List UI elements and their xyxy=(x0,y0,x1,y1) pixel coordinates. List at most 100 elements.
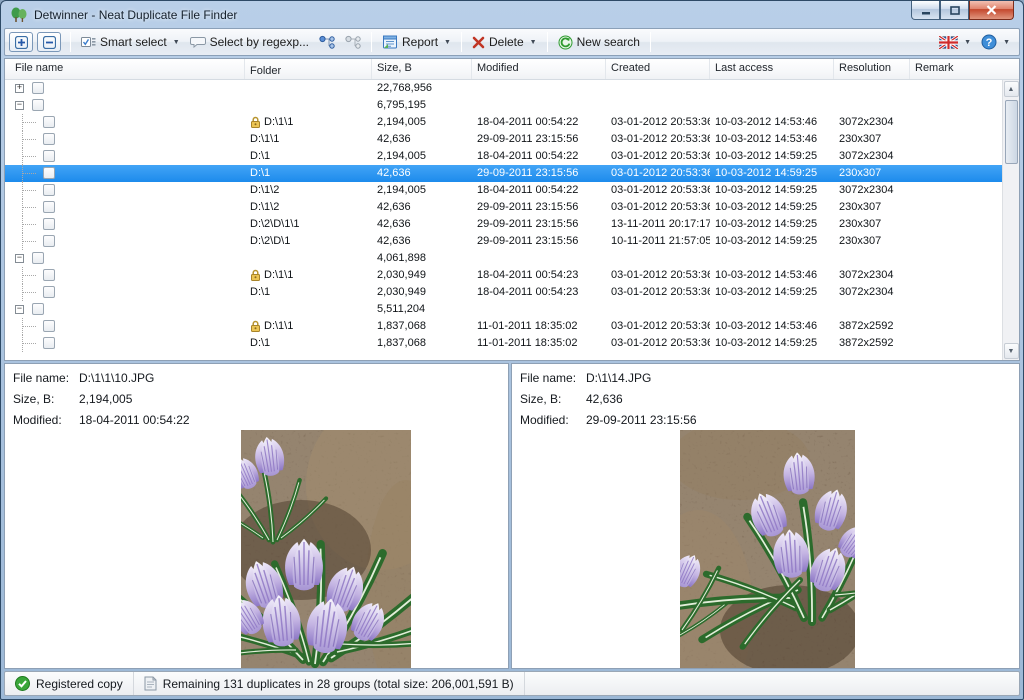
file-name-cell: −3 images xyxy=(5,301,245,318)
column-header-folder[interactable]: Folder xyxy=(245,59,372,79)
column-header-file-name[interactable]: File name xyxy=(5,59,245,79)
row-checkbox[interactable] xyxy=(32,99,44,111)
file-name-cell: JPG14.JPG xyxy=(5,131,245,148)
last-access-cell: 10-03-2012 14:59:25 xyxy=(710,284,834,301)
row-checkbox[interactable] xyxy=(43,218,55,230)
group-by-button[interactable] xyxy=(314,33,340,51)
modified-cell: 29-09-2011 23:15:56 xyxy=(472,233,606,250)
row-checkbox[interactable] xyxy=(43,337,55,349)
row-checkbox[interactable] xyxy=(43,116,55,128)
delete-button[interactable]: Delete ▼ xyxy=(467,33,542,51)
table-row[interactable]: JPG11.JPGD:\1\12,030,94918-04-2011 00:54… xyxy=(5,267,1019,284)
language-selector[interactable]: ▼ xyxy=(934,34,976,51)
table-row[interactable]: JPG12.JPGD:\11,837,06811-01-2011 18:35:0… xyxy=(5,335,1019,352)
row-checkbox[interactable] xyxy=(43,320,55,332)
close-icon xyxy=(986,5,997,15)
modified-cell xyxy=(472,250,606,267)
table-row[interactable]: JPG10.JPGD:\12,194,00518-04-2011 00:54:2… xyxy=(5,148,1019,165)
row-checkbox[interactable] xyxy=(43,167,55,179)
row-checkbox[interactable] xyxy=(43,286,55,298)
table-row[interactable]: JPG14.JPGD:\1\142,63629-09-2011 23:15:56… xyxy=(5,131,1019,148)
resolution-cell: 230x307 xyxy=(834,216,910,233)
tree-guide xyxy=(22,207,36,208)
collapse-all-button[interactable] xyxy=(37,32,61,52)
title-bar[interactable]: Detwinner - Neat Duplicate File Finder xyxy=(4,1,1020,28)
created-cell: 03-01-2012 20:53:36 xyxy=(606,199,710,216)
column-header-last-access[interactable]: Last access xyxy=(710,59,834,79)
table-body: +12 images22,768,956−8 images6,795,195JP… xyxy=(5,80,1019,360)
table-row[interactable]: JPG10.JPGD:\1\22,194,00518-04-2011 00:54… xyxy=(5,182,1019,199)
row-checkbox[interactable] xyxy=(43,269,55,281)
tree-expander-icon[interactable]: + xyxy=(15,84,24,93)
column-header-remark[interactable]: Remark xyxy=(910,59,1002,79)
table-row[interactable]: JPG14.JPGD:\2\D\1\142,63629-09-2011 23:1… xyxy=(5,216,1019,233)
modified-cell xyxy=(472,97,606,114)
table-row[interactable]: JPG10.JPGD:\1\12,194,00518-04-2011 00:54… xyxy=(5,114,1019,131)
size-cell: 42,636 xyxy=(372,165,472,182)
row-checkbox[interactable] xyxy=(43,235,55,247)
size-cell: 22,768,956 xyxy=(372,80,472,97)
folder-cell: D:\1 xyxy=(245,148,372,165)
scroll-down-icon[interactable]: ▼ xyxy=(1004,343,1019,359)
maximize-button[interactable] xyxy=(940,1,969,20)
modified-cell: 11-01-2011 18:35:02 xyxy=(472,335,606,352)
folder-cell: D:\1\2 xyxy=(245,199,372,216)
chevron-down-icon: ▼ xyxy=(1003,39,1010,46)
tree-expander-icon[interactable]: − xyxy=(15,101,24,110)
row-checkbox[interactable] xyxy=(43,150,55,162)
smart-select-button[interactable]: Smart select ▼ xyxy=(76,33,185,51)
minimize-button[interactable] xyxy=(911,1,940,20)
table-row[interactable]: −2 images4,061,898 xyxy=(5,250,1019,267)
tree-expander-icon[interactable]: − xyxy=(15,305,24,314)
column-header-resolution[interactable]: Resolution xyxy=(834,59,910,79)
created-cell xyxy=(606,97,710,114)
table-row[interactable]: +12 images22,768,956 xyxy=(5,80,1019,97)
last-access-cell xyxy=(710,80,834,97)
row-checkbox[interactable] xyxy=(32,303,44,315)
table-row[interactable]: JPG14.JPGD:\142,63629-09-2011 23:15:5603… xyxy=(5,165,1019,182)
size-cell: 2,194,005 xyxy=(372,182,472,199)
expand-all-button[interactable] xyxy=(9,32,33,52)
table-row[interactable]: JPG14.JPGD:\2\D\142,63629-09-2011 23:15:… xyxy=(5,233,1019,250)
column-header-created[interactable]: Created xyxy=(606,59,710,79)
file-name-cell: JPG10.JPG xyxy=(5,182,245,199)
column-header-size[interactable]: Size, B xyxy=(372,59,472,79)
vertical-scrollbar[interactable]: ▲ ▼ xyxy=(1002,80,1019,360)
table-row[interactable]: JPG11.JPGD:\12,030,94918-04-2011 00:54:2… xyxy=(5,284,1019,301)
folder-cell: D:\1\1 xyxy=(245,318,372,335)
summary-doc-icon xyxy=(144,676,157,691)
table-row[interactable]: JPG12.JPGD:\1\11,837,06811-01-2011 18:35… xyxy=(5,318,1019,335)
table-header: File name Folder Size, B Modified Create… xyxy=(5,59,1019,80)
row-checkbox[interactable] xyxy=(43,133,55,145)
resolution-cell xyxy=(834,97,910,114)
row-checkbox[interactable] xyxy=(43,184,55,196)
resolution-cell: 230x307 xyxy=(834,199,910,216)
row-checkbox[interactable] xyxy=(32,82,44,94)
column-header-modified[interactable]: Modified xyxy=(472,59,606,79)
new-search-button[interactable]: New search xyxy=(553,33,645,52)
app-window: Detwinner - Neat Duplicate File Finder xyxy=(0,0,1024,700)
created-cell xyxy=(606,250,710,267)
scrollbar-thumb[interactable] xyxy=(1005,100,1018,164)
scroll-up-icon[interactable]: ▲ xyxy=(1004,81,1019,97)
table-row[interactable]: JPG14.JPGD:\1\242,63629-09-2011 23:15:56… xyxy=(5,199,1019,216)
row-checkbox[interactable] xyxy=(32,252,44,264)
ungroup-button[interactable] xyxy=(340,33,366,51)
select-by-regexp-button[interactable]: Select by regexp... xyxy=(185,33,314,51)
table-row[interactable]: −3 images5,511,204 xyxy=(5,301,1019,318)
tree-expander-icon[interactable]: − xyxy=(15,254,24,263)
help-button[interactable]: ? ▼ xyxy=(976,32,1015,52)
row-checkbox[interactable] xyxy=(43,201,55,213)
file-name-label: File name: xyxy=(13,371,79,385)
modified-cell: 29-09-2011 23:15:56 xyxy=(472,131,606,148)
modified-cell: 29-09-2011 23:15:56 xyxy=(472,165,606,182)
resolution-cell xyxy=(834,80,910,97)
modified-label: Modified: xyxy=(520,413,586,427)
check-circle-icon xyxy=(15,676,30,691)
table-row[interactable]: −8 images6,795,195 xyxy=(5,97,1019,114)
close-button[interactable] xyxy=(969,1,1014,20)
modified-cell: 29-09-2011 23:15:56 xyxy=(472,199,606,216)
folder-cell: D:\2\D\1 xyxy=(245,233,372,250)
last-access-cell: 10-03-2012 14:59:25 xyxy=(710,233,834,250)
report-button[interactable]: Report ▼ xyxy=(377,33,456,51)
